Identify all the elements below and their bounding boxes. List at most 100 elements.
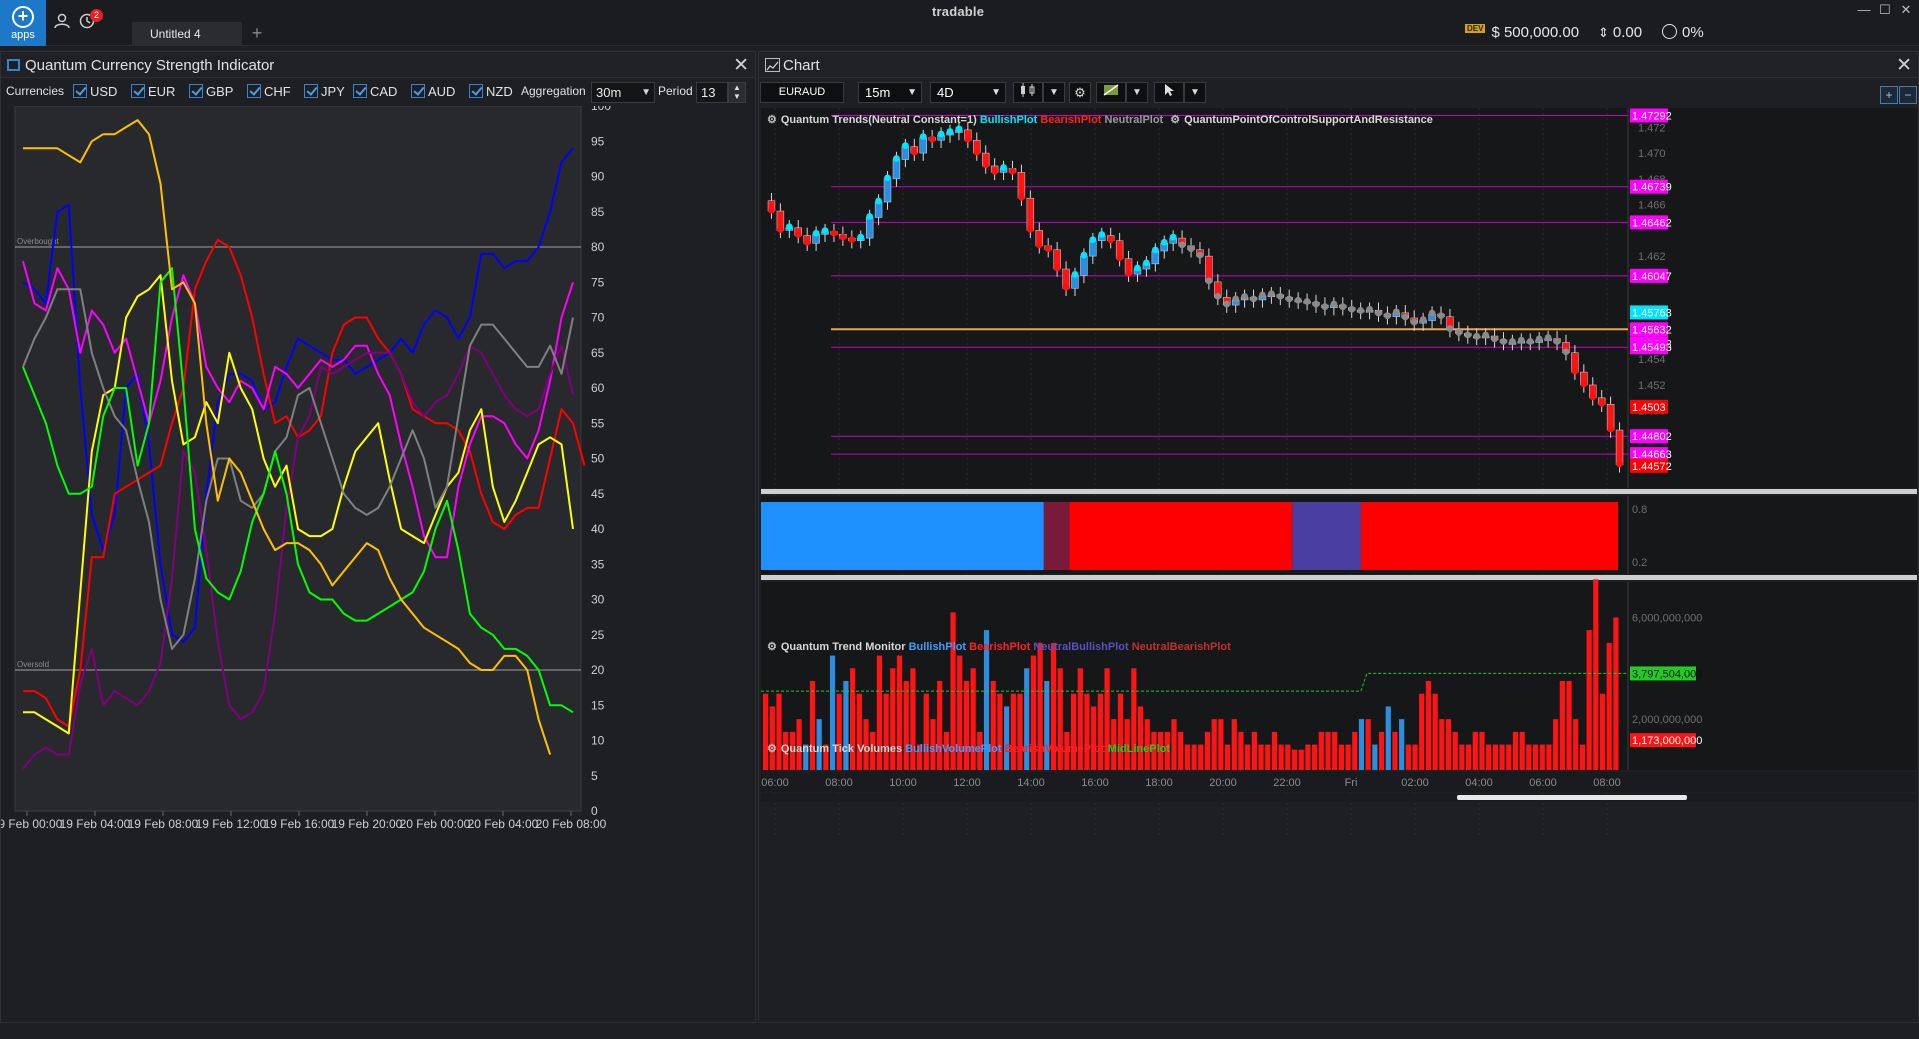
zoom-in-icon[interactable]: + — [1880, 86, 1898, 104]
zoom-out-icon[interactable]: − — [1899, 86, 1917, 104]
chart-panel-close-button[interactable]: ✕ — [1896, 54, 1912, 77]
chart-panel-title: Chart — [783, 57, 820, 74]
currency-toggle-aud[interactable]: AUD — [411, 84, 455, 99]
trend-segment — [1292, 502, 1361, 570]
trend-dot — [1071, 271, 1079, 278]
currency-toggle-nzd[interactable]: NZD — [469, 84, 513, 99]
x-tick-label: 19 Feb 20:00 — [332, 817, 403, 831]
volume-bar — [1278, 744, 1284, 770]
trend-dot — [1384, 312, 1391, 320]
volume-bar — [1459, 744, 1465, 770]
drawing-tools-icon[interactable] — [1096, 82, 1126, 103]
period-stepper[interactable]: ▲ ▼ — [728, 82, 746, 103]
brand-logo: tradable — [932, 4, 985, 19]
currency-toggle-usd[interactable]: USD — [73, 84, 117, 99]
volume-bar — [903, 681, 909, 770]
apps-button[interactable]: + apps — [0, 0, 46, 46]
cursor-icon[interactable] — [1154, 82, 1184, 103]
add-tab-button[interactable]: + — [246, 22, 268, 46]
time-tick-label: 20:00 — [1209, 777, 1237, 789]
trend-dot — [1196, 251, 1204, 259]
checkbox-icon — [189, 84, 203, 98]
maximize-button[interactable]: ☐ — [1876, 2, 1894, 18]
trend-dot — [768, 206, 775, 214]
trend-dot — [839, 233, 847, 241]
trend-dot — [1044, 245, 1052, 253]
gear-icon[interactable]: ⚙ — [1069, 82, 1091, 103]
trend-dot — [982, 161, 990, 169]
volume-bar — [1573, 719, 1579, 770]
trend-monitor-legend: ⚙ Quantum Trend Monitor BullishPlot Beari… — [767, 641, 1231, 653]
volume-bar — [836, 693, 842, 770]
volume-bar — [1285, 744, 1291, 770]
currency-toggle-gbp[interactable]: GBP — [189, 84, 233, 99]
aggregation-select[interactable]: 30m ▼ — [591, 82, 655, 103]
timeframe-select[interactable]: 15m ▼ — [858, 82, 922, 103]
y-tick-label: 70 — [591, 311, 605, 325]
volume-bar — [923, 693, 929, 770]
trend-dot — [1535, 335, 1543, 343]
trend-dot — [1330, 300, 1338, 308]
trend-dot — [1500, 338, 1507, 345]
drawing-tools-dropdown[interactable]: ▼ — [1126, 82, 1148, 103]
checkbox-icon — [353, 84, 367, 98]
trend-dot — [884, 174, 891, 182]
trend-dot — [1026, 225, 1034, 233]
cursor-dropdown[interactable]: ▼ — [1184, 82, 1206, 103]
symbol-select[interactable]: EURAUD — [760, 82, 844, 103]
gear-icon[interactable]: ⚙ — [767, 114, 777, 126]
close-window-button[interactable]: ✕ — [1897, 2, 1915, 18]
candles-icon[interactable] — [1013, 82, 1043, 103]
trend-dot — [973, 148, 981, 156]
volume-bar — [776, 693, 782, 770]
chart-type-dropdown[interactable]: ▼ — [1043, 82, 1065, 103]
trend-dot — [946, 128, 954, 135]
user-icon[interactable] — [51, 12, 73, 34]
trend-tick-label: 0.8 — [1632, 504, 1647, 516]
trend-dot — [1250, 295, 1257, 303]
volume-bar — [1613, 617, 1619, 770]
trend-dot — [1482, 331, 1490, 339]
minimize-button[interactable]: — — [1855, 2, 1873, 18]
currency-toggle-eur[interactable]: EUR — [131, 84, 175, 99]
price-pane-bg — [761, 108, 1917, 488]
currency-toggle-chf[interactable]: CHF — [247, 84, 291, 99]
chart-panel: Chart ✕ EURAUD 15m ▼ 4D ▼ ▼ ⚙ ▼ ▼ + − 1.47… — [758, 51, 1919, 1023]
checkbox-icon — [469, 84, 483, 98]
account-balance: DEV $ 500,000.00 — [1465, 24, 1579, 41]
time-tick-label: 04:00 — [1465, 777, 1493, 789]
margin-value: 0% — [1682, 24, 1704, 41]
strength-panel-close-button[interactable]: ✕ — [733, 54, 749, 77]
y-tick-label: 20 — [591, 663, 605, 677]
stepper-up-icon[interactable]: ▲ — [729, 83, 745, 92]
currency-toggle-jpy[interactable]: JPY — [304, 84, 345, 99]
volume-bar — [1452, 731, 1458, 770]
gear-icon[interactable]: ⚙ — [767, 641, 777, 653]
y-tick-label: 60 — [591, 381, 605, 395]
gear-icon[interactable]: ⚙ — [767, 743, 777, 755]
period-input[interactable]: 13 — [696, 82, 728, 103]
range-select[interactable]: 4D ▼ — [930, 82, 1006, 103]
volume-bar — [1499, 744, 1505, 770]
volume-bar — [990, 681, 996, 770]
candle-body — [892, 159, 901, 180]
stepper-down-icon[interactable]: ▼ — [729, 92, 745, 101]
y-tick-label: 30 — [591, 593, 605, 607]
trend-dot — [964, 135, 972, 143]
volume-bar — [1606, 642, 1612, 770]
currency-toggle-cad[interactable]: CAD — [353, 84, 397, 99]
trend-dot — [991, 168, 999, 175]
gear-icon[interactable]: ⚙ — [1170, 114, 1180, 126]
y-tick-label: 80 — [591, 240, 605, 254]
trend-segment — [1069, 502, 1293, 570]
time-tick-label: 12:00 — [953, 777, 981, 789]
volume-bar — [809, 681, 816, 770]
volume-bar — [1526, 744, 1532, 770]
trend-dot — [1259, 291, 1266, 299]
volume-bar — [1506, 744, 1512, 770]
chart-icon — [765, 58, 780, 72]
notifications-icon[interactable]: 2 — [76, 9, 103, 34]
chevron-down-icon: ▼ — [641, 87, 651, 98]
account-margin: 0% — [1662, 24, 1704, 41]
tab-workspace[interactable]: Untitled 4 — [132, 22, 242, 46]
